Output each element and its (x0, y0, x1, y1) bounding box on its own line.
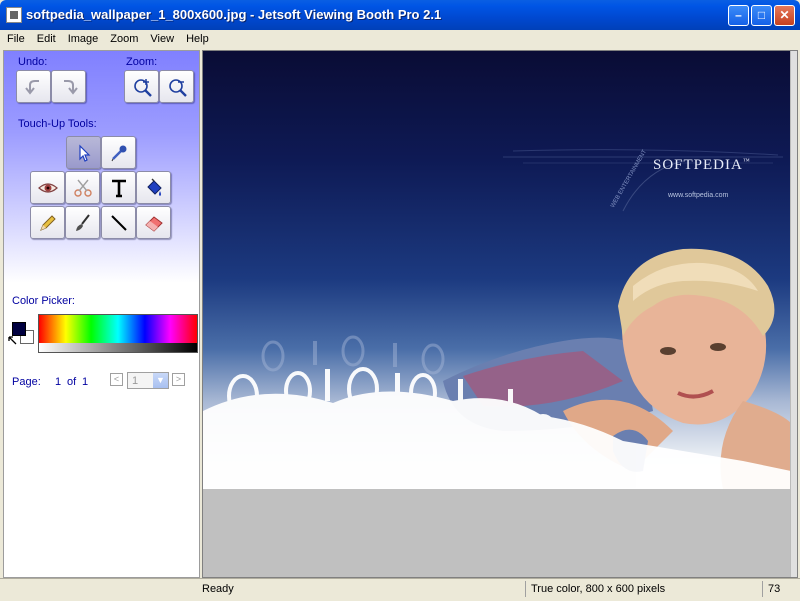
title-bar[interactable]: softpedia_wallpaper_1_800x600.jpg - Jets… (0, 0, 800, 30)
swap-colors-icon[interactable] (8, 336, 18, 346)
undo-button[interactable] (16, 70, 51, 103)
eraser-icon (144, 215, 163, 232)
touchup-tools-label: Touch-Up Tools: (18, 118, 97, 130)
pencil-icon (39, 214, 56, 231)
app-icon[interactable] (6, 7, 22, 23)
paint-bucket-icon (146, 178, 162, 196)
status-separator (525, 581, 526, 597)
status-ready: Ready (202, 583, 234, 595)
pencil-tool-button[interactable] (30, 206, 65, 239)
image-viewer[interactable]: SOFTPEDIA™ www.softpedia.com WEB ENTERTA… (202, 50, 798, 578)
zoom-in-icon (133, 78, 152, 97)
zoom-label: Zoom: (126, 56, 158, 68)
softpedia-url: www.softpedia.com (668, 192, 729, 199)
status-bar: Ready True color, 800 x 600 pixels 73 (0, 578, 800, 601)
status-zoom: 73 (768, 583, 781, 595)
zoom-out-icon (168, 78, 187, 97)
text-tool-icon (111, 179, 126, 197)
tools-area: Undo: Zoom: Touch-Up Tools: (4, 51, 199, 283)
menu-bar: File Edit Image Zoom View Help (0, 30, 800, 49)
window-title: softpedia_wallpaper_1_800x600.jpg - Jets… (26, 7, 442, 22)
eyedropper-tool-button[interactable] (101, 136, 136, 169)
maximize-button[interactable]: □ (751, 5, 772, 26)
softpedia-brand: SOFTPEDIA™ (653, 157, 751, 174)
page-select-value: 1 (132, 375, 139, 387)
brush-tool-button[interactable] (65, 206, 100, 239)
red-eye-tool-button[interactable] (30, 171, 65, 204)
color-picker-label: Color Picker: (12, 295, 75, 307)
menu-edit[interactable]: Edit (30, 30, 61, 45)
status-separator (762, 581, 763, 597)
scissors-icon (73, 179, 92, 197)
brush-icon (75, 213, 90, 231)
line-icon (110, 214, 127, 231)
close-button[interactable]: ✕ (774, 5, 795, 26)
menu-help[interactable]: Help (179, 30, 214, 45)
redo-icon (63, 79, 78, 95)
foreground-color-swatch[interactable] (12, 322, 26, 336)
undo-icon (24, 79, 39, 95)
vertical-scrollbar[interactable] (790, 51, 797, 577)
zoom-in-button[interactable] (124, 70, 159, 103)
select-tool-button[interactable] (66, 136, 101, 169)
chevron-down-icon[interactable]: ▼ (153, 373, 168, 388)
wallpaper-artwork (203, 149, 791, 489)
softpedia-trademark: ™ (742, 157, 751, 165)
page-of-label: of (67, 376, 77, 388)
arrow-cursor-icon (78, 144, 90, 162)
binary-digits-background (261, 335, 445, 375)
menu-view[interactable]: View (143, 30, 179, 45)
undo-label: Undo: (18, 56, 48, 68)
menu-file[interactable]: File (0, 30, 30, 45)
tool-panel: Undo: Zoom: Touch-Up Tools: Color Picker… (3, 50, 200, 578)
eye-icon (37, 182, 58, 193)
softpedia-brand-text: SOFTPEDIA (653, 157, 743, 173)
next-page-button[interactable]: > (172, 373, 185, 386)
page-label: Page: (12, 376, 41, 388)
zoom-out-button[interactable] (159, 70, 194, 103)
grayscale-gradient (39, 343, 197, 352)
text-tool-button[interactable] (101, 171, 136, 204)
fill-tool-button[interactable] (136, 171, 171, 204)
redo-button[interactable] (51, 70, 86, 103)
eyedropper-icon (111, 145, 126, 161)
previous-page-button[interactable]: < (110, 373, 123, 386)
menu-zoom[interactable]: Zoom (103, 30, 143, 45)
eraser-tool-button[interactable] (136, 206, 171, 239)
page-select[interactable]: 1 ▼ (127, 372, 169, 389)
scissors-tool-button[interactable] (65, 171, 100, 204)
color-picker-spectrum[interactable] (38, 314, 198, 353)
page-total: 1 (82, 376, 89, 388)
status-color-info: True color, 800 x 600 pixels (531, 583, 666, 595)
wallpaper-image: SOFTPEDIA™ www.softpedia.com WEB ENTERTA… (203, 51, 791, 489)
page-current: 1 (55, 376, 62, 388)
minimize-button[interactable]: – (728, 5, 749, 26)
menu-image[interactable]: Image (61, 30, 104, 45)
line-tool-button[interactable] (101, 206, 136, 239)
